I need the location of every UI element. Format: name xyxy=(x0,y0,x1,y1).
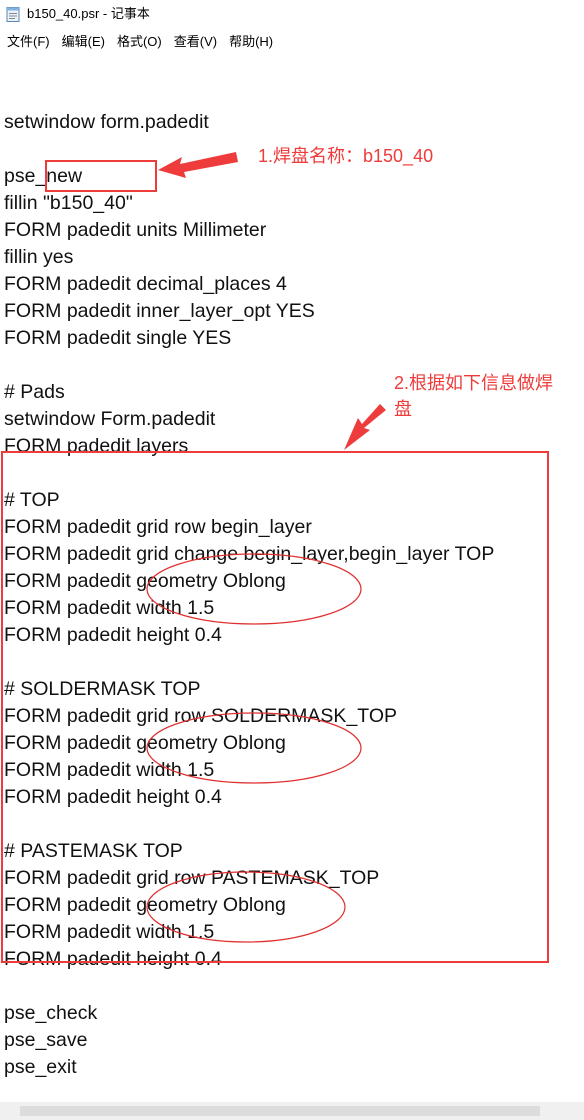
annotation-pad-name: 1.焊盘名称：b150_40 xyxy=(258,146,434,166)
text-line: FORM padedit height 0.4 xyxy=(4,786,222,808)
text-line: setwindow form.padedit xyxy=(4,111,209,133)
text-line: FORM padedit grid row SOLDERMASK_TOP xyxy=(4,705,398,727)
horizontal-scrollbar[interactable] xyxy=(0,1102,584,1120)
text-line: # PASTEMASK TOP xyxy=(4,840,183,862)
text-line: FORM padedit geometry Oblong xyxy=(4,732,286,754)
text-line: fillin yes xyxy=(4,246,74,268)
menu-help[interactable]: 帮助(H) xyxy=(222,32,278,52)
text-line: FORM padedit geometry Oblong xyxy=(4,570,286,592)
annotation-pad-info-line2: 盘 xyxy=(394,399,412,419)
text-line: # TOP xyxy=(4,489,60,511)
text-line: FORM padedit geometry Oblong xyxy=(4,894,286,916)
text-line: fillin "b150_40" xyxy=(4,192,133,214)
text-line: FORM padedit decimal_places 4 xyxy=(4,273,287,295)
text-line: FORM padedit height 0.4 xyxy=(4,948,222,970)
text-line: FORM padedit width 1.5 xyxy=(4,597,215,619)
text-line: FORM padedit inner_layer_opt YES xyxy=(4,300,315,322)
menu-format[interactable]: 格式(O) xyxy=(110,32,167,52)
text-line: FORM padedit width 1.5 xyxy=(4,921,215,943)
annotation-pad-info-line1: 2.根据如下信息做焊 xyxy=(394,373,554,393)
text-line: pse_check xyxy=(4,1002,98,1024)
text-line: pse_save xyxy=(4,1029,88,1051)
text-line: FORM padedit grid row PASTEMASK_TOP xyxy=(4,867,380,889)
text-line: # Pads xyxy=(4,381,65,403)
scrollbar-thumb[interactable] xyxy=(20,1106,540,1116)
text-line: # SOLDERMASK TOP xyxy=(4,678,201,700)
text-line: FORM padedit layers xyxy=(4,435,189,457)
window-title: b150_40.psr - 记事本 xyxy=(27,6,150,21)
text-line: FORM padedit units Millimeter xyxy=(4,219,267,241)
menu-bar: 文件(F) 编辑(E) 格式(O) 查看(V) 帮助(H) xyxy=(0,30,584,54)
menu-view[interactable]: 查看(V) xyxy=(167,32,222,52)
text-line: FORM padedit height 0.4 xyxy=(4,624,222,646)
text-line: pse_exit xyxy=(4,1056,77,1078)
text-line: pse_new xyxy=(4,165,83,187)
notepad-icon xyxy=(6,7,20,22)
text-line: FORM padedit width 1.5 xyxy=(4,759,215,781)
menu-edit[interactable]: 编辑(E) xyxy=(55,32,110,52)
menu-file[interactable]: 文件(F) xyxy=(0,32,55,52)
notepad-window: b150_40.psr - 记事本 文件(F) 编辑(E) 格式(O) 查看(V… xyxy=(0,0,584,1120)
text-line: FORM padedit grid change begin_layer,beg… xyxy=(4,543,495,565)
text-line: setwindow Form.padedit xyxy=(4,408,216,430)
text-line: FORM padedit single YES xyxy=(4,327,232,349)
text-line: FORM padedit grid row begin_layer xyxy=(4,516,312,538)
text-editor[interactable]: setwindow form.padedit pse_newfillin "b15… xyxy=(0,56,584,1102)
title-bar: b150_40.psr - 记事本 xyxy=(0,0,584,28)
